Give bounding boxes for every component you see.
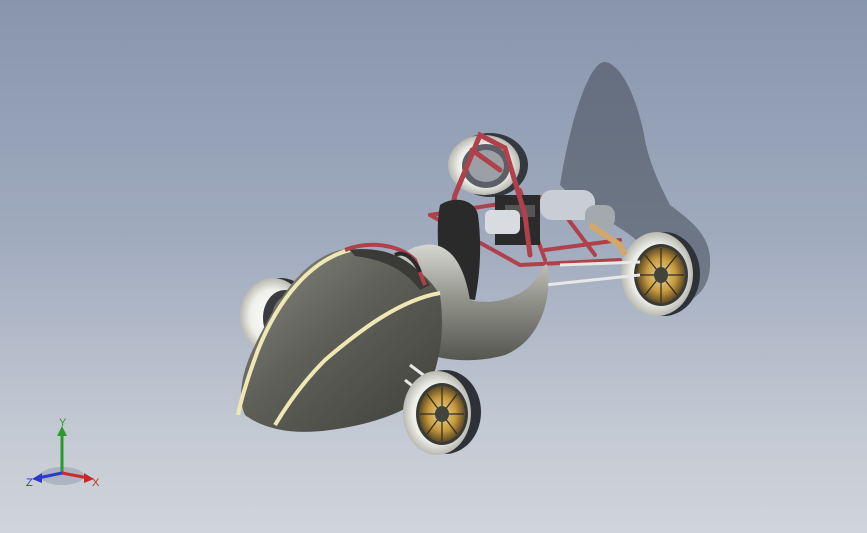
rear-left-wheel [621, 232, 700, 316]
z-axis-label: Z [26, 477, 33, 489]
car-model[interactable] [0, 0, 867, 533]
3d-viewport[interactable]: Y X Z [0, 0, 867, 533]
x-axis-label: X [92, 477, 100, 489]
view-triad[interactable]: Y X Z [22, 418, 104, 494]
y-axis-label: Y [59, 418, 67, 429]
front-right-wheel [403, 370, 481, 455]
z-axis-arrow [32, 473, 42, 483]
